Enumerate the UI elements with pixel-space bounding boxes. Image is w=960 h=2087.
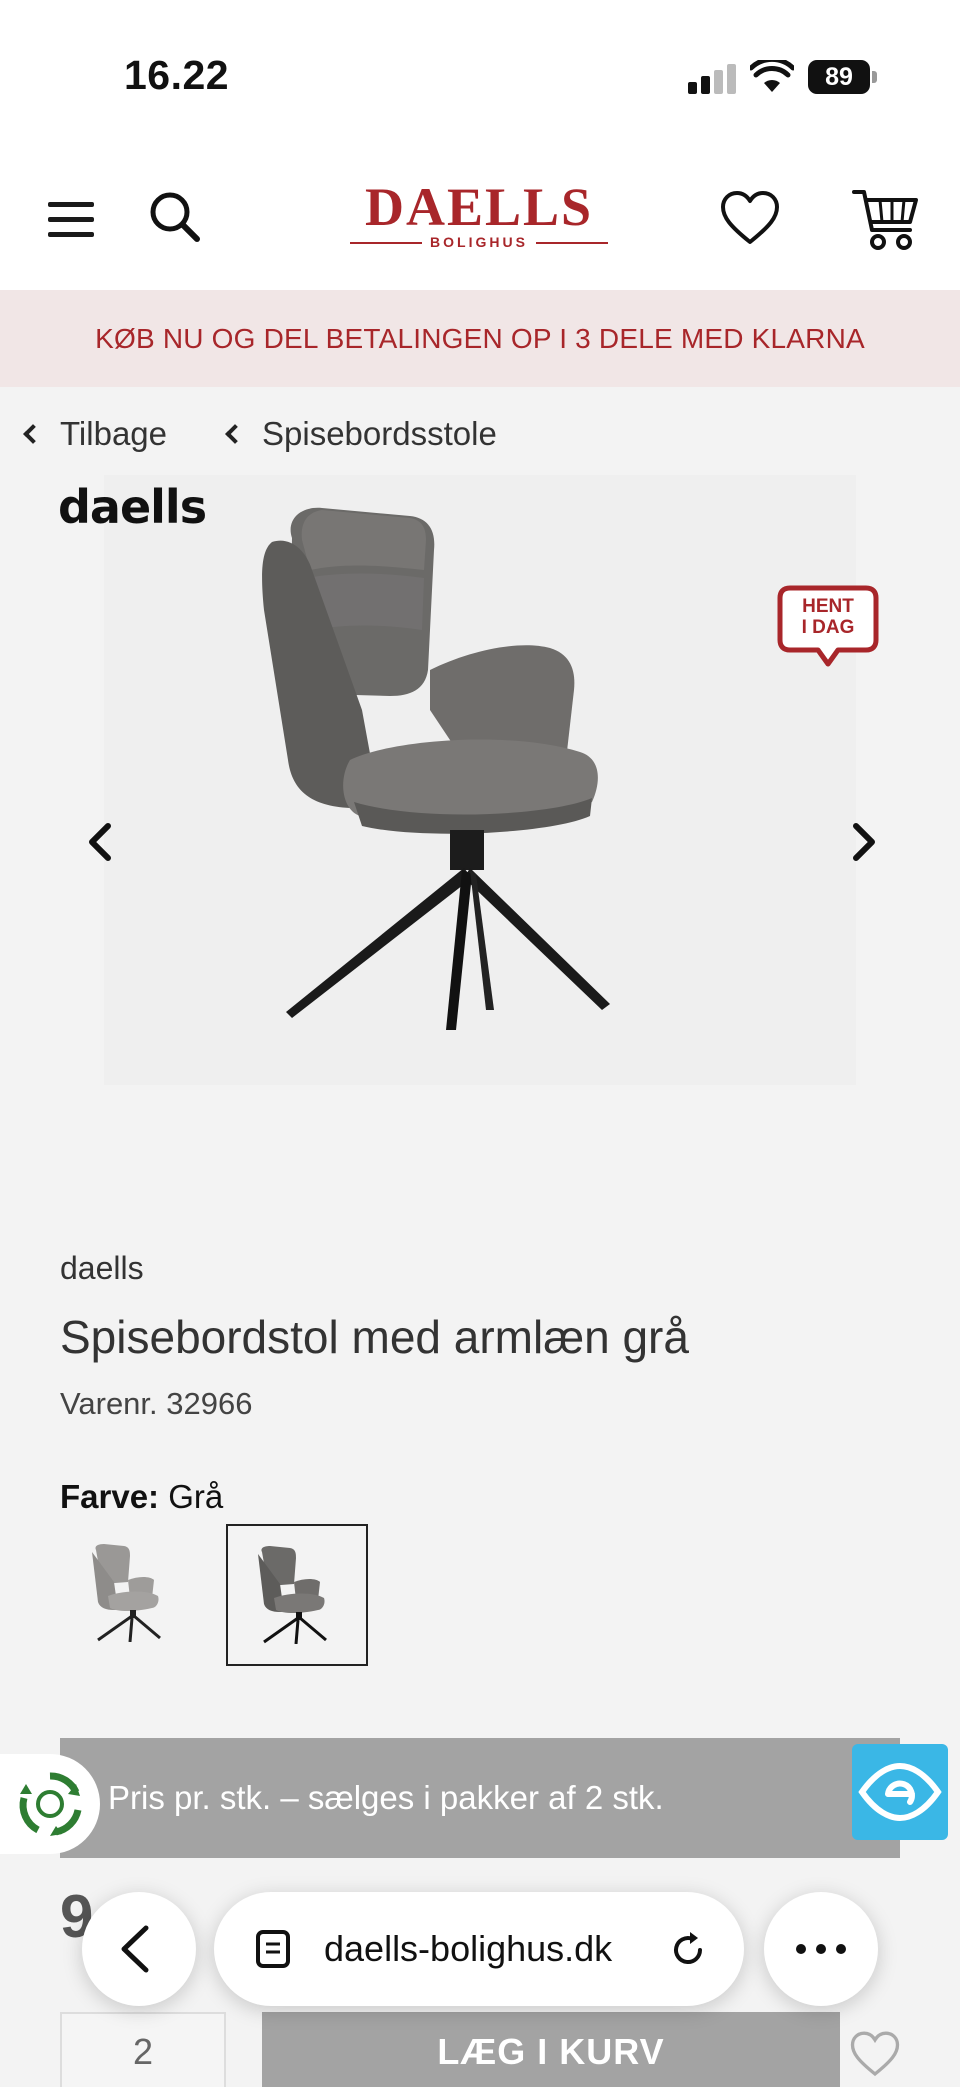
product-title: Spisebordstol med armlæn grå [60, 1311, 689, 1363]
price-note-bar: Pris pr. stk. – sælges i pakker af 2 stk… [60, 1738, 900, 1858]
heart-icon[interactable] [720, 190, 780, 246]
hamburger-menu-icon[interactable] [48, 202, 94, 238]
klarna-promo-banner[interactable]: KØB NU OG DEL BETALINGEN OP I 3 DELE MED… [0, 290, 960, 387]
logo-sub-text: BOLIGHUS [430, 234, 528, 250]
tabs-icon[interactable] [254, 1928, 292, 1970]
gallery-next-arrow-icon[interactable] [846, 820, 882, 864]
hent-i-dag-badge: HENT I DAG [776, 584, 880, 670]
shopping-cart-icon[interactable] [852, 186, 920, 252]
breadcrumb-category-label: Spisebordsstole [262, 415, 497, 452]
product-brand[interactable]: daells [60, 1250, 144, 1287]
browser-back-button[interactable] [82, 1892, 196, 2006]
breadcrumb-category-link[interactable]: Spisebordsstole [225, 412, 497, 456]
quantity-input[interactable]: 2 [60, 2012, 226, 2087]
color-label: Farve: Grå [60, 1478, 223, 1516]
badge-line-2: I DAG [801, 617, 855, 638]
gallery-prev-arrow-icon[interactable] [82, 820, 118, 864]
browser-url-text: daells-bolighus.dk [324, 1928, 613, 1969]
logo-main-text: DAELLS [364, 177, 594, 237]
accessibility-eye-icon[interactable] [852, 1744, 948, 1840]
reload-icon[interactable] [668, 1930, 708, 1970]
battery-icon: 89 [808, 60, 878, 94]
badge-line-1: HENT [802, 596, 854, 617]
chevron-left-icon [225, 424, 245, 444]
add-to-cart-button[interactable]: LÆG I KURV [262, 2012, 840, 2087]
wifi-icon [748, 56, 796, 94]
cellular-signal-icon [688, 64, 736, 94]
color-label-key: Farve: [60, 1478, 160, 1515]
battery-level: 89 [808, 60, 870, 94]
status-time: 16.22 [124, 52, 230, 98]
daells-bolighus-logo[interactable]: DAELLS BOLIGHUS [348, 177, 610, 254]
eco-recycle-icon[interactable] [0, 1754, 100, 1854]
product-image-chair [250, 490, 710, 1050]
browser-more-button[interactable] [764, 1892, 878, 2006]
color-swatch-light-gray[interactable] [62, 1524, 204, 1666]
color-value: Grå [168, 1478, 224, 1515]
daells-brand-logo: daells [58, 480, 207, 534]
wishlist-heart-icon[interactable] [850, 2030, 900, 2078]
browser-address-bar[interactable]: daells-bolighus.dk [214, 1892, 744, 2006]
product-sku: Varenr. 32966 [60, 1386, 253, 1421]
chevron-left-icon [23, 424, 43, 444]
search-icon[interactable] [148, 190, 202, 244]
breadcrumb-back-link[interactable]: Tilbage [23, 412, 168, 456]
breadcrumb-back-label: Tilbage [60, 415, 168, 452]
color-swatch-dark-gray-selected[interactable] [226, 1524, 368, 1666]
